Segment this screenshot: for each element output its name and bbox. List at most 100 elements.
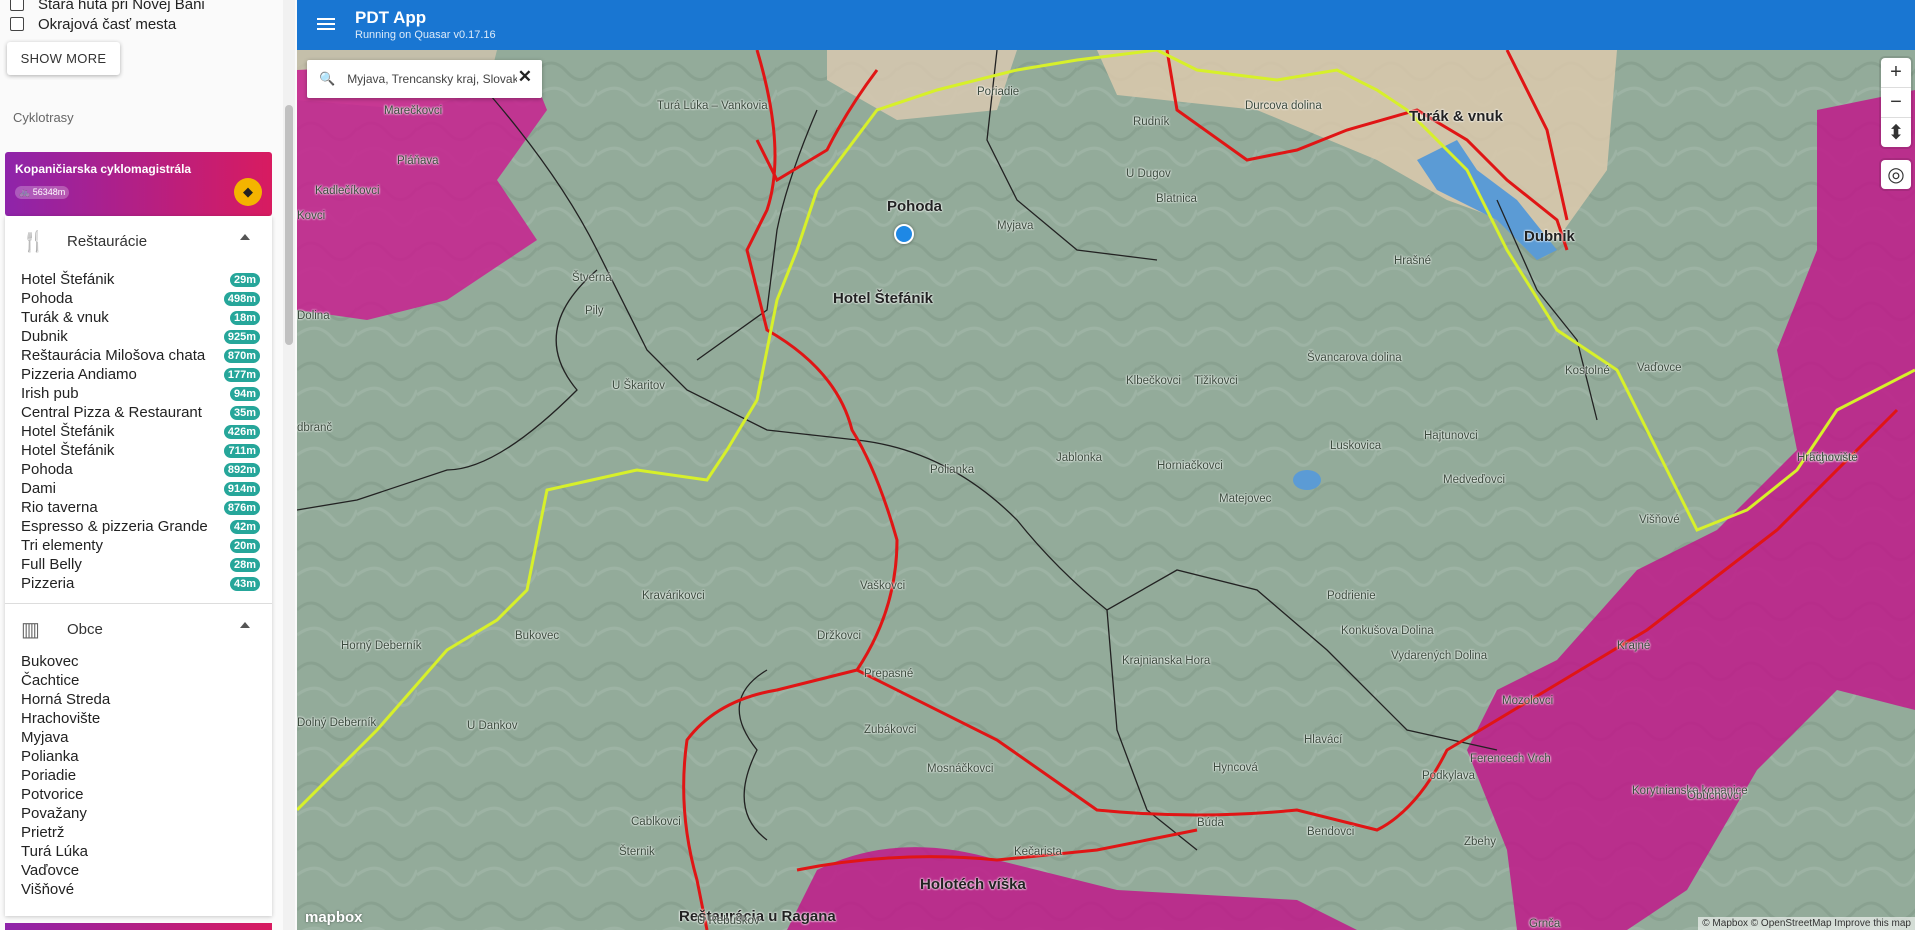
restaurant-item[interactable]: Dubnik 925m xyxy=(21,328,260,347)
zoom-out-button[interactable]: − xyxy=(1881,88,1911,118)
restaurant-item[interactable]: Hotel Štefánik 711m xyxy=(21,442,260,461)
distance-badge: 177m xyxy=(223,368,260,382)
restaurant-item[interactable]: Full Belly 28m xyxy=(21,556,260,575)
map-place-label: Vaškovci xyxy=(860,580,906,592)
restaurant-name: Pohoda xyxy=(21,290,73,307)
map-place-label: Bendovci xyxy=(1307,826,1355,838)
map-place-label: Mosnáčkovci xyxy=(927,763,994,775)
distance-badge: 43m xyxy=(229,577,260,591)
villages-header[interactable]: ▥ Obce xyxy=(5,604,272,654)
map-place-label: Durcova dolina xyxy=(1245,100,1322,112)
map-place-label: Ferencech Vrch xyxy=(1470,753,1551,765)
zoom-controls: + − ⬍ xyxy=(1881,58,1911,147)
restaurant-item[interactable]: Pohoda 498m xyxy=(21,290,260,309)
map-place-label: Podkylava xyxy=(1422,770,1476,782)
village-item[interactable]: Potvorice xyxy=(21,786,260,805)
geolocate-button[interactable]: ◎ xyxy=(1881,160,1911,189)
map[interactable]: Pohoda Turák & vnuk Hotel Štefánik Dubnik Ho… xyxy=(297,50,1915,930)
restaurant-item[interactable]: Turák & vnuk 18m xyxy=(21,309,260,328)
restaurant-name: Turák & vnuk xyxy=(21,309,109,326)
checkbox-row[interactable]: Stará huta pri Novej Bani xyxy=(0,0,280,14)
map-place-label: Dolný Deberník xyxy=(297,717,377,729)
restaurant-item[interactable]: Pohoda 892m xyxy=(21,461,260,480)
collapse-icon[interactable] xyxy=(240,622,250,628)
checkbox[interactable] xyxy=(10,17,24,31)
map-place-label: Jablonka xyxy=(1056,452,1103,464)
water xyxy=(1293,470,1321,490)
mapbox-logo: mapbox xyxy=(305,909,363,926)
compass-button[interactable]: ⬍ xyxy=(1881,118,1911,147)
directions-icon[interactable]: ◆ xyxy=(234,178,262,206)
villages-title: Obce xyxy=(67,620,103,638)
map-poi-label[interactable]: Pohoda xyxy=(887,198,942,215)
geolocate-control: ◎ xyxy=(1881,160,1911,189)
route-card[interactable]: Kopaničiarska cyklomagistrála 🚲 56348m ◆ xyxy=(5,152,272,216)
map-place-label: Konkušova Dolina xyxy=(1341,625,1434,637)
map-poi-label[interactable]: Dubnik xyxy=(1524,228,1575,245)
search-icon: 🔍 xyxy=(319,71,336,86)
map-place-label: Bukovec xyxy=(515,630,560,642)
route-card[interactable] xyxy=(5,923,272,930)
village-item[interactable]: Višňové xyxy=(21,881,260,900)
scrollbar-thumb[interactable] xyxy=(285,105,293,345)
distance-badge: 94m xyxy=(229,387,260,401)
distance-badge: 914m xyxy=(223,482,260,496)
clear-icon[interactable]: ✕ xyxy=(518,67,532,87)
restaurant-name: Hotel Štefánik xyxy=(21,423,115,440)
collapse-icon[interactable] xyxy=(240,234,250,240)
map-poi-label[interactable]: Turák & vnuk xyxy=(1409,108,1503,125)
map-place-label: U Škaritov xyxy=(612,380,666,392)
route-name: Kopaničiarska cyklomagistrála xyxy=(15,162,192,176)
village-item[interactable]: Polianka xyxy=(21,748,260,767)
map-place-label: Hrachovište xyxy=(1797,452,1858,464)
route-length-badge: 🚲 56348m xyxy=(15,186,70,199)
map-place-label: Horný Deberník xyxy=(341,640,422,652)
village-item[interactable]: Považany xyxy=(21,805,260,824)
map-place-label: Štverná xyxy=(572,272,612,284)
checkbox[interactable] xyxy=(10,0,24,11)
village-item[interactable]: Myjava xyxy=(21,729,260,748)
restaurant-item[interactable]: Hotel Štefánik 426m xyxy=(21,423,260,442)
restaurant-item[interactable]: Pizzeria 43m xyxy=(21,575,260,594)
restaurants-header[interactable]: 🍴 Reštaurácie xyxy=(5,216,272,266)
checkbox-label: Stará huta pri Novej Bani xyxy=(38,0,205,13)
village-item[interactable]: Bukovec xyxy=(21,653,260,672)
village-item[interactable]: Turá Lúka xyxy=(21,843,260,862)
map-place-label: Mozolovci xyxy=(1502,695,1554,707)
restaurant-item[interactable]: Irish pub 94m xyxy=(21,385,260,404)
village-item[interactable]: Hrachovište xyxy=(21,710,260,729)
restaurant-item[interactable]: Espresso & pizzeria Grande 42m xyxy=(21,518,260,537)
restaurant-item[interactable]: Hotel Štefánik 29m xyxy=(21,271,260,290)
restaurant-name: Reštaurácia Milošova chata xyxy=(21,347,206,364)
restaurant-item[interactable]: Tri elementy 20m xyxy=(21,537,260,556)
menu-icon[interactable] xyxy=(317,15,335,35)
restaurant-name: Hotel Štefánik xyxy=(21,271,115,288)
village-item[interactable]: Horná Streda xyxy=(21,691,260,710)
map-poi-label[interactable]: Hotel Štefánik xyxy=(833,290,933,307)
distance-badge: 711m xyxy=(224,444,260,458)
restaurant-name: Full Belly xyxy=(21,556,82,573)
distance-badge: 870m xyxy=(223,349,260,363)
map-place-label: U Dankov xyxy=(467,720,518,732)
village-item[interactable]: Prietrž xyxy=(21,824,260,843)
distance-badge: 29m xyxy=(229,273,260,287)
village-item[interactable]: Vaďovce xyxy=(21,862,260,881)
restaurant-item[interactable]: Rio taverna 876m xyxy=(21,499,260,518)
show-more-button[interactable]: SHOW MORE xyxy=(7,42,120,75)
village-item[interactable]: Čachtice xyxy=(21,672,260,691)
map-place-label: Hajtunovci xyxy=(1424,430,1478,442)
restaurant-item[interactable]: Pizzeria Andiamo 177m xyxy=(21,366,260,385)
map-poi-label[interactable]: Holotéch víška xyxy=(920,876,1026,893)
restaurant-item[interactable]: Reštaurácia Milošova chata 870m xyxy=(21,347,260,366)
distance-badge: 498m xyxy=(223,292,260,306)
map-attribution[interactable]: © Mapbox © OpenStreetMap Improve this ma… xyxy=(1698,917,1915,930)
location-marker[interactable] xyxy=(894,224,914,244)
location-search[interactable]: 🔍 ✕ xyxy=(307,60,542,98)
zoom-in-button[interactable]: + xyxy=(1881,58,1911,88)
checkbox-row[interactable]: Okrajová časť mesta xyxy=(0,14,280,34)
village-item[interactable]: Poriadie xyxy=(21,767,260,786)
restaurant-item[interactable]: Dami 914m xyxy=(21,480,260,499)
search-input[interactable] xyxy=(345,71,520,87)
restaurant-name: Rio taverna xyxy=(21,499,98,516)
restaurant-item[interactable]: Central Pizza & Restaurant 35m xyxy=(21,404,260,423)
